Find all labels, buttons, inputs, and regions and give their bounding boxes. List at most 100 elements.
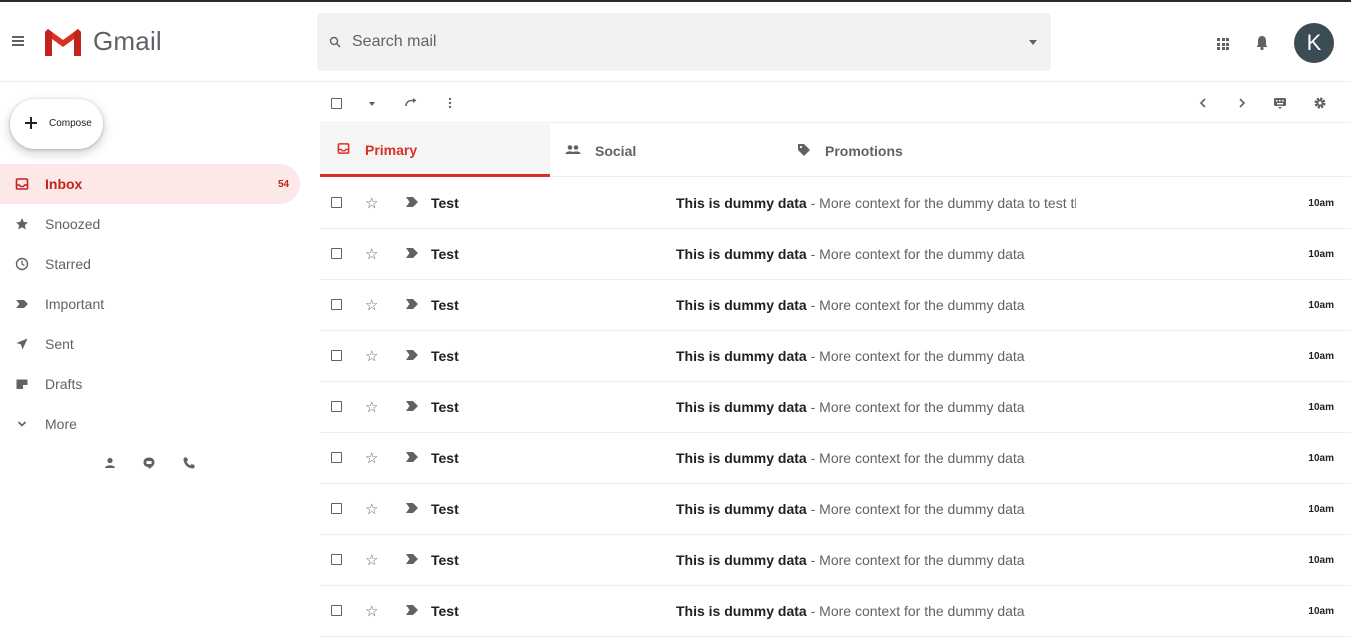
tab-label: Primary — [365, 142, 418, 158]
star-outline-icon[interactable]: ☆ — [365, 500, 378, 518]
bell-icon[interactable] — [1255, 35, 1269, 51]
important-marker-icon[interactable] — [406, 197, 418, 207]
sidebar-item-drafts[interactable]: Drafts — [0, 364, 300, 404]
star-outline-icon[interactable]: ☆ — [365, 449, 378, 467]
tab-promotions[interactable]: Promotions — [780, 124, 1010, 177]
compose-label: Compose — [49, 118, 92, 129]
important-marker-icon[interactable] — [406, 248, 418, 258]
star-outline-icon[interactable]: ☆ — [365, 347, 378, 365]
hangouts-icon[interactable] — [142, 456, 156, 475]
people-icon — [565, 145, 581, 154]
search-icon[interactable] — [329, 36, 341, 48]
gmail-logo-icon[interactable] — [42, 26, 84, 58]
important-marker-icon[interactable] — [406, 605, 418, 615]
star-outline-icon[interactable]: ☆ — [365, 398, 378, 416]
mail-snippet: More context for the dummy data — [819, 246, 1025, 262]
row-checkbox[interactable] — [331, 605, 342, 616]
search-input[interactable] — [352, 27, 992, 57]
star-outline-icon[interactable]: ☆ — [365, 245, 378, 263]
compose-button[interactable]: Compose — [10, 99, 103, 149]
tab-label: Promotions — [825, 143, 903, 159]
mail-subject: This is dummy data — [676, 195, 807, 211]
sidebar-item-inbox[interactable]: Inbox 54 — [0, 164, 300, 204]
mail-time: 10am — [1308, 198, 1334, 209]
mail-subject: This is dummy data — [676, 348, 807, 364]
category-tabs: Primary Social Promotions — [320, 124, 1351, 177]
row-checkbox[interactable] — [331, 503, 342, 514]
search-options-caret-icon[interactable] — [1029, 40, 1037, 45]
search-bar[interactable] — [317, 13, 1051, 71]
row-checkbox[interactable] — [331, 554, 342, 565]
row-checkbox[interactable] — [331, 452, 342, 463]
tab-primary[interactable]: Primary — [320, 124, 550, 177]
phone-icon[interactable] — [182, 456, 196, 475]
mail-time: 10am — [1308, 453, 1334, 464]
mail-subject-line: This is dummy data - More context for th… — [676, 603, 1076, 619]
mail-row[interactable]: ☆ Test This is dummy data - More context… — [320, 382, 1351, 433]
avatar[interactable]: K — [1294, 23, 1334, 63]
sidebar-item-important[interactable]: Important — [0, 284, 300, 324]
mail-row[interactable]: ☆ Test This is dummy data - More context… — [320, 331, 1351, 382]
mail-row[interactable]: ☆ Test This is dummy data - More context… — [320, 484, 1351, 535]
mail-separator: - — [806, 552, 820, 568]
important-marker-icon[interactable] — [406, 452, 418, 462]
hangouts-bar — [103, 456, 203, 472]
settings-gear-icon[interactable] — [1313, 96, 1327, 110]
important-marker-icon[interactable] — [406, 350, 418, 360]
mail-separator: - — [806, 450, 820, 466]
mail-snippet: More context for the dummy data — [819, 552, 1025, 568]
clock-icon — [15, 257, 29, 271]
tab-social[interactable]: Social — [550, 124, 780, 177]
mail-subject: This is dummy data — [676, 246, 807, 262]
row-checkbox[interactable] — [331, 197, 342, 208]
mail-row[interactable]: ☆ Test This is dummy data - More context… — [320, 535, 1351, 586]
mail-separator: - — [806, 297, 820, 313]
select-all-checkbox[interactable] — [331, 98, 342, 109]
mail-row[interactable]: ☆ Test This is dummy data - More context… — [320, 586, 1351, 637]
mail-row[interactable]: ☆ Test This is dummy data - More context… — [320, 229, 1351, 280]
keyboard-icon[interactable] — [1273, 97, 1287, 109]
mail-subject-line: This is dummy data - More context for th… — [676, 195, 1076, 211]
star-outline-icon[interactable]: ☆ — [365, 602, 378, 620]
person-icon[interactable] — [103, 456, 117, 475]
mail-time: 10am — [1308, 249, 1334, 260]
chevron-right-icon[interactable] — [1238, 97, 1246, 109]
sidebar-item-more[interactable]: More — [0, 404, 300, 444]
mail-row[interactable]: ☆ Test This is dummy data - More context… — [320, 178, 1351, 229]
important-marker-icon[interactable] — [406, 299, 418, 309]
mail-subject: This is dummy data — [676, 297, 807, 313]
mail-snippet: More context for the dummy data — [819, 399, 1025, 415]
important-marker-icon[interactable] — [406, 503, 418, 513]
mail-row[interactable]: ☆ Test This is dummy data - More context… — [320, 433, 1351, 484]
row-checkbox[interactable] — [331, 248, 342, 259]
mail-sender: Test — [431, 450, 459, 466]
more-vert-icon[interactable] — [448, 97, 452, 109]
sidebar-item-sent[interactable]: Sent — [0, 324, 300, 364]
sidebar-item-snoozed[interactable]: Snoozed — [0, 204, 300, 244]
important-marker-icon[interactable] — [406, 401, 418, 411]
star-icon — [16, 218, 28, 230]
important-marker-icon[interactable] — [406, 554, 418, 564]
mail-time: 10am — [1308, 300, 1334, 311]
mail-separator: - — [806, 246, 820, 262]
mail-subject-line: This is dummy data - More context for th… — [676, 399, 1076, 415]
row-checkbox[interactable] — [331, 350, 342, 361]
mail-sender: Test — [431, 552, 459, 568]
sidebar-item-starred[interactable]: Starred — [0, 244, 300, 284]
menu-icon[interactable] — [12, 36, 26, 48]
row-checkbox[interactable] — [331, 299, 342, 310]
star-outline-icon[interactable]: ☆ — [365, 551, 378, 569]
refresh-icon[interactable] — [404, 97, 418, 109]
row-checkbox[interactable] — [331, 401, 342, 412]
sidebar-nav: Inbox 54 Snoozed Starred Important Sent … — [0, 164, 300, 444]
gmail-logo-text[interactable]: Gmail — [93, 26, 162, 57]
mail-subject: This is dummy data — [676, 450, 807, 466]
mail-sender: Test — [431, 246, 459, 262]
star-outline-icon[interactable]: ☆ — [365, 296, 378, 314]
chevron-left-icon[interactable] — [1199, 97, 1207, 109]
star-outline-icon[interactable]: ☆ — [365, 194, 378, 212]
apps-grid-icon[interactable] — [1217, 38, 1229, 50]
select-options-caret-icon[interactable] — [369, 102, 375, 106]
mail-time: 10am — [1308, 351, 1334, 362]
mail-row[interactable]: ☆ Test This is dummy data - More context… — [320, 280, 1351, 331]
